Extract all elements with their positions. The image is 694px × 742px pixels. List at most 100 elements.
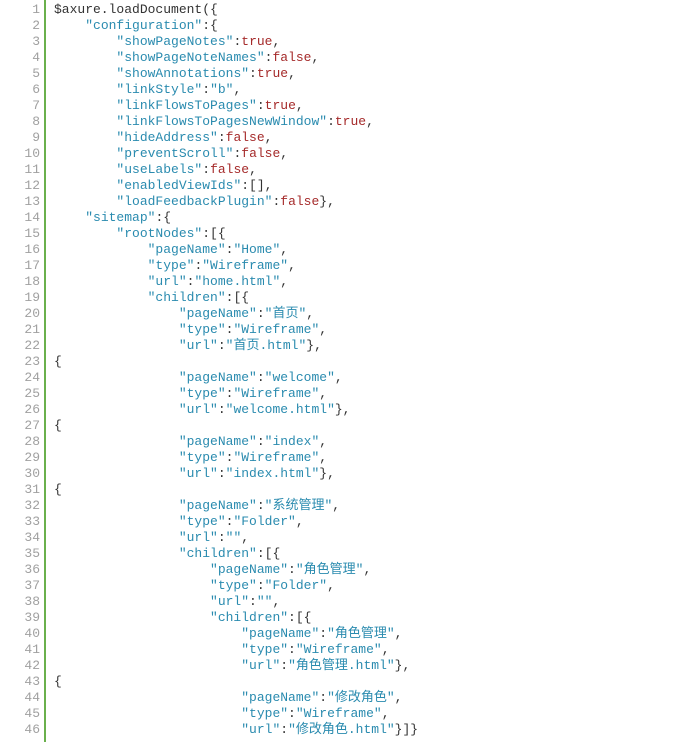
string-token: "修改角色" bbox=[327, 690, 395, 705]
line-number: 32 bbox=[0, 498, 40, 514]
code-line: "pageName":"角色管理", bbox=[54, 562, 694, 578]
code-content[interactable]: $axure.loadDocument({ "configuration":{ … bbox=[46, 0, 694, 742]
string-token: "" bbox=[226, 530, 242, 545]
boolean-token: false bbox=[280, 194, 319, 209]
code-line: "preventScroll":false, bbox=[54, 146, 694, 162]
line-number: 23 bbox=[0, 354, 40, 370]
line-number: 7 bbox=[0, 98, 40, 114]
string-token: "loadFeedbackPlugin" bbox=[116, 194, 272, 209]
punct-token: }, bbox=[319, 466, 335, 481]
string-token: "children" bbox=[179, 546, 257, 561]
boolean-token: true bbox=[335, 114, 366, 129]
line-number: 8 bbox=[0, 114, 40, 130]
string-token: "Wireframe" bbox=[233, 322, 319, 337]
line-number: 19 bbox=[0, 290, 40, 306]
line-number: 43 bbox=[0, 674, 40, 690]
string-token: "linkStyle" bbox=[116, 82, 202, 97]
string-token: "Wireframe" bbox=[233, 450, 319, 465]
line-number: 39 bbox=[0, 610, 40, 626]
punct-token: :[{ bbox=[257, 546, 280, 561]
string-token: "index.html" bbox=[226, 466, 320, 481]
line-number: 28 bbox=[0, 434, 40, 450]
line-number: 30 bbox=[0, 466, 40, 482]
code-line: "pageName":"Home", bbox=[54, 242, 694, 258]
punct-token: , bbox=[382, 642, 390, 657]
punct-token: }, bbox=[395, 658, 411, 673]
punct-token: , bbox=[306, 306, 314, 321]
string-token: "角色管理.html" bbox=[288, 658, 395, 673]
punct-token: : bbox=[202, 162, 210, 177]
punct-token: : bbox=[319, 626, 327, 641]
punct-token: :[{ bbox=[202, 226, 225, 241]
punct-token: , bbox=[319, 386, 327, 401]
code-line: $axure.loadDocument({ bbox=[54, 2, 694, 18]
string-token: "url" bbox=[148, 274, 187, 289]
line-number: 16 bbox=[0, 242, 40, 258]
string-token: "index" bbox=[265, 434, 320, 449]
line-number: 11 bbox=[0, 162, 40, 178]
line-number: 12 bbox=[0, 178, 40, 194]
punct-token: , bbox=[296, 514, 304, 529]
code-line: "type":"Wireframe", bbox=[54, 322, 694, 338]
punct-token: , bbox=[249, 162, 257, 177]
line-number: 31 bbox=[0, 482, 40, 498]
boolean-token: false bbox=[241, 146, 280, 161]
punct-token: , bbox=[335, 370, 343, 385]
code-line: { bbox=[54, 482, 694, 498]
punct-token: : bbox=[249, 66, 257, 81]
punct-token: : bbox=[218, 402, 226, 417]
punct-token: : bbox=[257, 434, 265, 449]
line-number: 4 bbox=[0, 50, 40, 66]
string-token: "url" bbox=[179, 402, 218, 417]
punct-token: , bbox=[395, 626, 403, 641]
string-token: "type" bbox=[241, 642, 288, 657]
punct-token: :[], bbox=[241, 178, 272, 193]
line-number: 42 bbox=[0, 658, 40, 674]
punct-token: $axure.loadDocument({ bbox=[54, 2, 218, 17]
boolean-token: false bbox=[226, 130, 265, 145]
line-number: 24 bbox=[0, 370, 40, 386]
line-number: 17 bbox=[0, 258, 40, 274]
string-token: "showPageNotes" bbox=[116, 34, 233, 49]
string-token: "修改角色.html" bbox=[288, 722, 395, 737]
punct-token: , bbox=[332, 498, 340, 513]
punct-token: , bbox=[280, 242, 288, 257]
punct-token: : bbox=[218, 466, 226, 481]
punct-token: , bbox=[395, 690, 403, 705]
line-number: 21 bbox=[0, 322, 40, 338]
line-number: 6 bbox=[0, 82, 40, 98]
string-token: "sitemap" bbox=[85, 210, 155, 225]
punct-token: : bbox=[257, 306, 265, 321]
line-number: 10 bbox=[0, 146, 40, 162]
punct-token: , bbox=[327, 578, 335, 593]
punct-token: }, bbox=[335, 402, 351, 417]
string-token: "type" bbox=[179, 450, 226, 465]
string-token: "首页.html" bbox=[226, 338, 307, 353]
line-number: 44 bbox=[0, 690, 40, 706]
string-token: "welcome.html" bbox=[226, 402, 335, 417]
string-token: "pageName" bbox=[179, 306, 257, 321]
code-line: "children":[{ bbox=[54, 546, 694, 562]
string-token: "enabledViewIds" bbox=[116, 178, 241, 193]
string-token: "Wireframe" bbox=[233, 386, 319, 401]
string-token: "Folder" bbox=[233, 514, 295, 529]
punct-token: , bbox=[241, 530, 249, 545]
line-number: 45 bbox=[0, 706, 40, 722]
string-token: "pageName" bbox=[179, 370, 257, 385]
punct-token: , bbox=[272, 594, 280, 609]
line-number: 3 bbox=[0, 34, 40, 50]
code-line: "type":"Wireframe", bbox=[54, 642, 694, 658]
string-token: "url" bbox=[179, 338, 218, 353]
string-token: "type" bbox=[179, 322, 226, 337]
punct-token: , bbox=[280, 274, 288, 289]
code-line: { bbox=[54, 354, 694, 370]
code-line: "linkFlowsToPagesNewWindow":true, bbox=[54, 114, 694, 130]
punct-token: , bbox=[319, 450, 327, 465]
boolean-token: true bbox=[241, 34, 272, 49]
punct-token: : bbox=[218, 338, 226, 353]
code-line: { bbox=[54, 674, 694, 690]
line-number: 38 bbox=[0, 594, 40, 610]
line-number: 15 bbox=[0, 226, 40, 242]
punct-token: :[{ bbox=[226, 290, 249, 305]
punct-token: , bbox=[233, 82, 241, 97]
